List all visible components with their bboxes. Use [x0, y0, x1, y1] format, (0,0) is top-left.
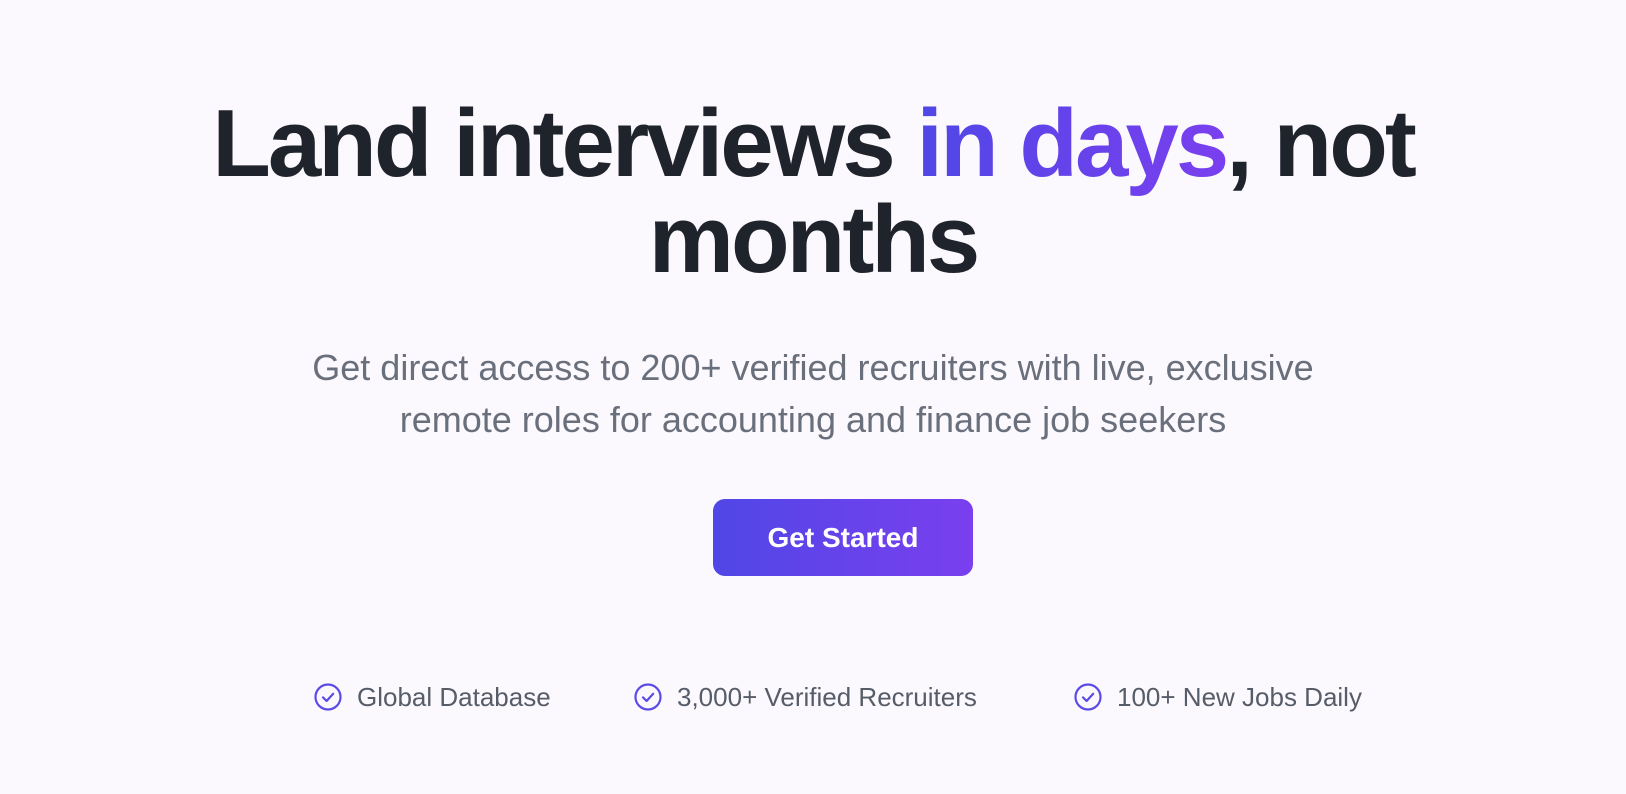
feature-item-new-jobs-daily: 100+ New Jobs Daily — [1073, 679, 1362, 715]
hero-section: Land interviews in days, not months Get … — [0, 0, 1626, 794]
feature-item-verified-recruiters: 3,000+ Verified Recruiters — [633, 679, 977, 715]
headline-accent: in days — [916, 90, 1229, 197]
check-circle-icon — [314, 683, 342, 711]
headline-part1: Land interviews — [212, 90, 917, 197]
hero-subtitle: Get direct access to 200+ verified recru… — [213, 342, 1413, 446]
feature-label: 100+ New Jobs Daily — [1117, 681, 1362, 712]
headline-line2: months — [648, 186, 981, 293]
check-circle-icon — [1074, 683, 1102, 711]
feature-item-global-database: Global Database — [313, 679, 551, 715]
headline-part2: , not — [1226, 90, 1417, 197]
feature-label: 3,000+ Verified Recruiters — [677, 681, 977, 712]
subtitle-line2: remote roles for accounting and finance … — [399, 399, 1227, 440]
subtitle-line1: Get direct access to 200+ verified recru… — [312, 347, 1314, 388]
get-started-button[interactable]: Get Started — [713, 499, 973, 576]
hero-headline: Land interviews in days, not months — [0, 96, 1626, 288]
feature-label: Global Database — [357, 681, 551, 712]
check-circle-icon — [634, 683, 662, 711]
